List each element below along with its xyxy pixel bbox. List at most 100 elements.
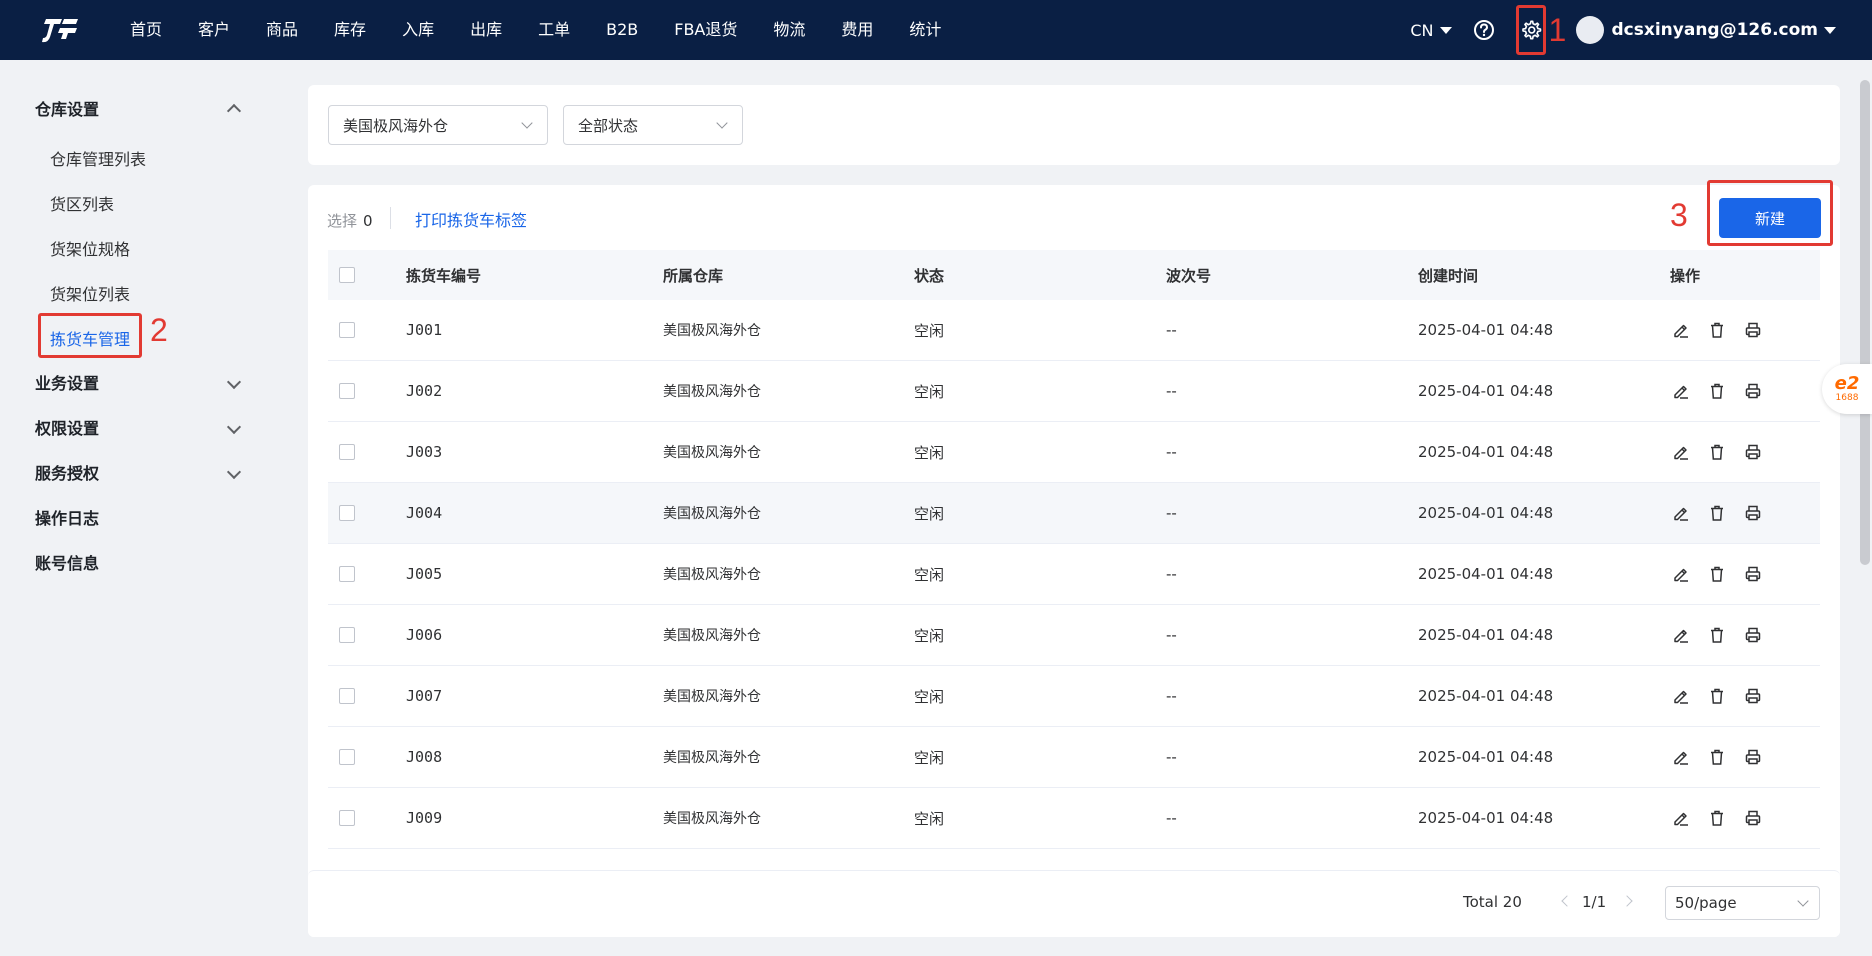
- edit-icon[interactable]: [1670, 807, 1692, 829]
- 1688-badge[interactable]: e2 1688: [1822, 364, 1872, 414]
- table-row[interactable]: J006 美国极风海外仓 空闲 -- 2025-04-01 04:48: [328, 605, 1820, 666]
- table-row[interactable]: J009 美国极风海外仓 空闲 -- 2025-04-01 04:48: [328, 788, 1820, 849]
- edit-icon[interactable]: [1670, 502, 1692, 524]
- sidebar-item-account[interactable]: 账号信息: [35, 550, 245, 574]
- cell-status: 空闲: [914, 382, 945, 401]
- select-all-checkbox[interactable]: [339, 267, 355, 283]
- print-icon[interactable]: [1742, 441, 1764, 463]
- nav-inbound[interactable]: 入库: [384, 0, 452, 60]
- nav-customers[interactable]: 客户: [180, 0, 248, 60]
- sidebar-group-label: 权限设置: [35, 419, 100, 438]
- warehouse-select[interactable]: 美国极风海外仓: [328, 105, 548, 145]
- print-icon[interactable]: [1742, 380, 1764, 402]
- print-icon[interactable]: [1742, 807, 1764, 829]
- chevron-up-icon: [226, 103, 242, 119]
- sidebar-group-service[interactable]: 服务授权: [35, 460, 245, 484]
- delete-icon[interactable]: [1706, 441, 1728, 463]
- edit-icon[interactable]: [1670, 441, 1692, 463]
- print-icon[interactable]: [1742, 624, 1764, 646]
- nav-inventory[interactable]: 库存: [316, 0, 384, 60]
- top-right-tools: CN 1 dcsxinyang@126.com: [1410, 0, 1836, 60]
- cell-warehouse: 美国极风海外仓: [663, 506, 761, 522]
- row-checkbox[interactable]: [339, 322, 355, 338]
- annotation-1: 1: [1548, 12, 1567, 48]
- delete-icon[interactable]: [1706, 746, 1728, 768]
- nav-workorders[interactable]: 工单: [520, 0, 588, 60]
- print-icon[interactable]: [1742, 746, 1764, 768]
- nav-b2b[interactable]: B2B: [588, 0, 656, 60]
- chevron-down-icon: [716, 117, 728, 129]
- print-icon[interactable]: [1742, 319, 1764, 341]
- language-switcher[interactable]: CN: [1410, 21, 1452, 40]
- row-checkbox-cell: [328, 505, 406, 521]
- cell-warehouse: 美国极风海外仓: [663, 323, 761, 339]
- delete-icon[interactable]: [1706, 624, 1728, 646]
- header-ops: 操作: [1670, 266, 1701, 285]
- edit-icon[interactable]: [1670, 563, 1692, 585]
- nav-logistics[interactable]: 物流: [755, 0, 823, 60]
- print-icon[interactable]: [1742, 563, 1764, 585]
- table-row[interactable]: J002 美国极风海外仓 空闲 -- 2025-04-01 04:48: [328, 361, 1820, 422]
- delete-icon[interactable]: [1706, 502, 1728, 524]
- sidebar-item-oplog[interactable]: 操作日志: [35, 505, 245, 529]
- table-row[interactable]: J001 美国极风海外仓 空闲 -- 2025-04-01 04:48: [328, 300, 1820, 361]
- cell-wave: --: [1166, 809, 1177, 827]
- header-id: 拣货车编号: [406, 266, 482, 285]
- print-icon[interactable]: [1742, 502, 1764, 524]
- print-icon[interactable]: [1742, 685, 1764, 707]
- table-row[interactable]: J007 美国极风海外仓 空闲 -- 2025-04-01 04:48: [328, 666, 1820, 727]
- delete-icon[interactable]: [1706, 685, 1728, 707]
- nav-home[interactable]: 首页: [112, 0, 180, 60]
- sidebar-item-zone-list[interactable]: 货区列表: [50, 191, 114, 215]
- sidebar-group-business[interactable]: 业务设置: [35, 370, 245, 394]
- cell-id: J006: [406, 626, 443, 644]
- nav-fees[interactable]: 费用: [823, 0, 891, 60]
- row-checkbox-cell: [328, 322, 406, 338]
- delete-icon[interactable]: [1706, 563, 1728, 585]
- cell-warehouse: 美国极风海外仓: [663, 750, 761, 766]
- delete-icon[interactable]: [1706, 380, 1728, 402]
- logo-icon[interactable]: [30, 0, 90, 60]
- sidebar-group-permission[interactable]: 权限设置: [35, 415, 245, 439]
- help-icon[interactable]: [1470, 16, 1498, 44]
- cell-ops: [1670, 563, 1820, 585]
- new-button[interactable]: 新建: [1719, 198, 1821, 238]
- cell-id: J004: [406, 504, 443, 522]
- edit-icon[interactable]: [1670, 380, 1692, 402]
- table-row[interactable]: J003 美国极风海外仓 空闲 -- 2025-04-01 04:48: [328, 422, 1820, 483]
- edit-icon[interactable]: [1670, 746, 1692, 768]
- page-size-select[interactable]: 50/page: [1665, 886, 1820, 920]
- edit-icon[interactable]: [1670, 685, 1692, 707]
- nav-fba-returns[interactable]: FBA退货: [656, 0, 755, 60]
- chevron-down-icon: [226, 419, 242, 435]
- nav-products[interactable]: 商品: [248, 0, 316, 60]
- delete-icon[interactable]: [1706, 319, 1728, 341]
- print-cart-labels-link[interactable]: 打印拣货车标签: [415, 207, 527, 231]
- table-row[interactable]: J005 美国极风海外仓 空闲 -- 2025-04-01 04:48: [328, 544, 1820, 605]
- row-checkbox[interactable]: [339, 749, 355, 765]
- row-checkbox[interactable]: [339, 810, 355, 826]
- sidebar-item-warehouse-list[interactable]: 仓库管理列表: [50, 146, 146, 170]
- row-checkbox[interactable]: [339, 566, 355, 582]
- row-checkbox[interactable]: [339, 627, 355, 643]
- sidebar-item-shelf-spec[interactable]: 货架位规格: [50, 236, 130, 260]
- sidebar-group-warehouse[interactable]: 仓库设置: [35, 96, 245, 120]
- row-checkbox[interactable]: [339, 444, 355, 460]
- edit-icon[interactable]: [1670, 319, 1692, 341]
- cell-created: 2025-04-01 04:48: [1418, 748, 1554, 766]
- cell-created: 2025-04-01 04:48: [1418, 443, 1554, 461]
- sidebar-item-shelf-list[interactable]: 货架位列表: [50, 281, 130, 305]
- page-scrollbar[interactable]: [1860, 80, 1870, 565]
- table-row[interactable]: J004 美国极风海外仓 空闲 -- 2025-04-01 04:48: [328, 483, 1820, 544]
- nav-outbound[interactable]: 出库: [452, 0, 520, 60]
- status-select[interactable]: 全部状态: [563, 105, 743, 145]
- user-menu[interactable]: dcsxinyang@126.com: [1575, 16, 1836, 44]
- row-checkbox[interactable]: [339, 505, 355, 521]
- edit-icon[interactable]: [1670, 624, 1692, 646]
- delete-icon[interactable]: [1706, 807, 1728, 829]
- row-checkbox[interactable]: [339, 688, 355, 704]
- nav-statistics[interactable]: 统计: [891, 0, 959, 60]
- table-row[interactable]: J008 美国极风海外仓 空闲 -- 2025-04-01 04:48: [328, 727, 1820, 788]
- row-checkbox[interactable]: [339, 383, 355, 399]
- settings-button[interactable]: 1: [1515, 5, 1566, 55]
